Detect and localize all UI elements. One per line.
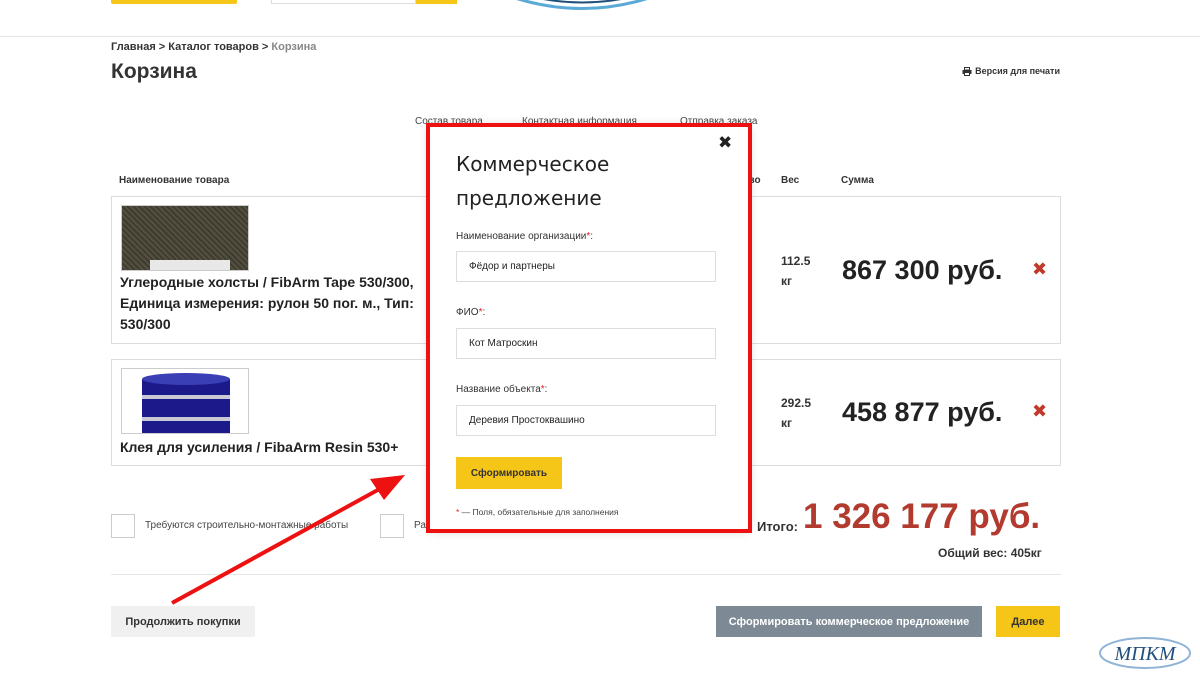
fio-input[interactable]	[456, 328, 716, 359]
print-version-label: Версия для печати	[975, 66, 1060, 76]
breadcrumb-separator: >	[258, 41, 272, 53]
site-logo[interactable]	[510, 0, 660, 14]
total-label: Итого:	[757, 519, 798, 534]
product-weight-unit: кг	[781, 274, 793, 288]
product-price: 867 300 руб.	[842, 255, 1003, 285]
create-offer-button[interactable]: Сформировать коммерческое предложение	[716, 606, 982, 637]
product-label-patch	[150, 260, 230, 270]
total-value: 1 326 177 руб.	[803, 497, 1041, 536]
product-price: 458 877 руб.	[842, 397, 1003, 427]
breadcrumb-separator: >	[155, 41, 169, 53]
resin-bucket-picture	[142, 373, 230, 433]
header-search-input[interactable]	[271, 0, 416, 4]
object-name-input[interactable]	[456, 405, 716, 436]
mounting-checkbox-label: Требуются строительно-монтажные работы	[145, 520, 349, 531]
label-colon: :	[590, 231, 594, 242]
header-button[interactable]	[111, 0, 237, 4]
remove-item-icon[interactable]: ✖	[1032, 259, 1047, 280]
option-checkbox[interactable]	[380, 514, 404, 538]
continue-shopping-button[interactable]: Продолжить покупки	[111, 606, 255, 637]
column-header-sum: Сумма	[841, 175, 874, 186]
commercial-offer-modal: ✖ Коммерческое предложение Наименование …	[430, 127, 748, 530]
object-field-label-text: Название объекта	[456, 384, 541, 395]
mounting-checkbox[interactable]	[111, 514, 135, 538]
watermark-text: МПКМ	[1113, 643, 1176, 665]
header-divider	[0, 36, 1200, 37]
close-icon[interactable]: ✖	[718, 133, 732, 153]
product-weight-unit: кг	[781, 416, 793, 430]
object-field-label: Название объекта*:	[456, 384, 547, 395]
step-send[interactable]: Отправка заказа	[680, 116, 757, 127]
mpkm-watermark-logo: МПКМ	[1099, 637, 1191, 669]
org-field-label: Наименование организации*:	[456, 231, 593, 242]
print-version-link[interactable]: Версия для печати	[962, 66, 1060, 76]
fio-field-label: ФИО*:	[456, 307, 485, 318]
fio-field-label-text: ФИО	[456, 307, 479, 318]
remove-item-icon[interactable]: ✖	[1032, 401, 1047, 422]
product-weight-value: 112.5	[781, 254, 811, 268]
option-checkbox-label: Ра	[414, 520, 426, 531]
product-image[interactable]	[121, 368, 249, 434]
page-title: Корзина	[111, 60, 197, 83]
printer-icon	[962, 66, 972, 76]
column-header-name: Наименование товара	[119, 175, 230, 186]
required-fields-note: * — Поля, обязательные для заполнения	[456, 507, 619, 517]
label-colon: :	[482, 307, 486, 318]
column-header-weight: Вес	[781, 175, 800, 186]
step-cart[interactable]: Состав товара	[415, 116, 483, 127]
product-name[interactable]: Углеродные холсты / FibArm Tape 530/300,…	[120, 272, 430, 335]
breadcrumb-catalog[interactable]: Каталог товаров	[168, 41, 259, 53]
org-name-input[interactable]	[456, 251, 716, 282]
product-weight-value: 292.5	[781, 396, 812, 410]
breadcrumb: Главная > Каталог товаров > Корзина	[111, 41, 316, 53]
next-button[interactable]: Далее	[996, 606, 1060, 637]
label-colon: :	[544, 384, 548, 395]
product-name[interactable]: Клея для усиления / FibaArm Resin 530+	[120, 437, 430, 458]
product-weight: 292.5 кг	[781, 393, 811, 433]
breadcrumb-home[interactable]: Главная	[111, 41, 156, 53]
required-fields-note-text: — Поля, обязательные для заполнения	[459, 507, 619, 517]
form-submit-button[interactable]: Сформировать	[456, 457, 562, 489]
total-weight: Общий вес: 405кг	[938, 546, 1042, 560]
product-weight: 112.5 кг	[781, 251, 810, 291]
modal-title: Коммерческое предложение	[456, 152, 610, 210]
org-field-label-text: Наименование организации	[456, 231, 587, 242]
step-contact[interactable]: Контактная информация	[522, 116, 637, 127]
header-search-button[interactable]	[416, 0, 457, 4]
product-image[interactable]	[121, 205, 249, 271]
bottom-divider	[111, 574, 1061, 575]
breadcrumb-current: Корзина	[271, 41, 317, 53]
